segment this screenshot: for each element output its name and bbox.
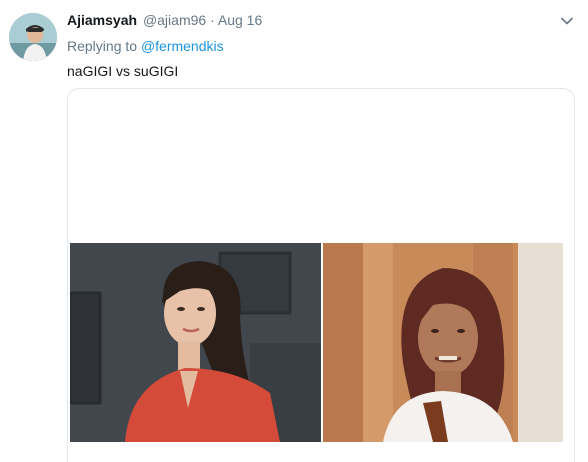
tweet: Ajiamsyah @ajiam96 · Aug 16 Replying to …: [0, 0, 588, 462]
user-handle[interactable]: @ajiam96: [143, 12, 206, 28]
photo-left-image: [70, 243, 321, 442]
photo-left[interactable]: [70, 243, 321, 442]
replying-to: Replying to @fermendkis: [67, 37, 224, 55]
replying-to-label: Replying to: [67, 38, 138, 54]
separator-dot: ·: [210, 12, 215, 28]
reply-mention-link[interactable]: @fermendkis: [141, 38, 224, 54]
avatar-image: [9, 13, 57, 61]
chevron-down-icon: [561, 17, 573, 25]
tweet-header: Ajiamsyah @ajiam96 · Aug 16: [67, 11, 262, 29]
photo-right[interactable]: [323, 243, 563, 442]
tweet-date[interactable]: Aug 16: [218, 12, 262, 28]
media-card[interactable]: [67, 88, 575, 462]
avatar[interactable]: [9, 13, 57, 61]
more-options-button[interactable]: [556, 10, 578, 32]
tweet-text: naGIGI vs suGIGI: [67, 63, 179, 79]
photo-right-image: [323, 243, 563, 442]
display-name[interactable]: Ajiamsyah: [67, 12, 137, 28]
